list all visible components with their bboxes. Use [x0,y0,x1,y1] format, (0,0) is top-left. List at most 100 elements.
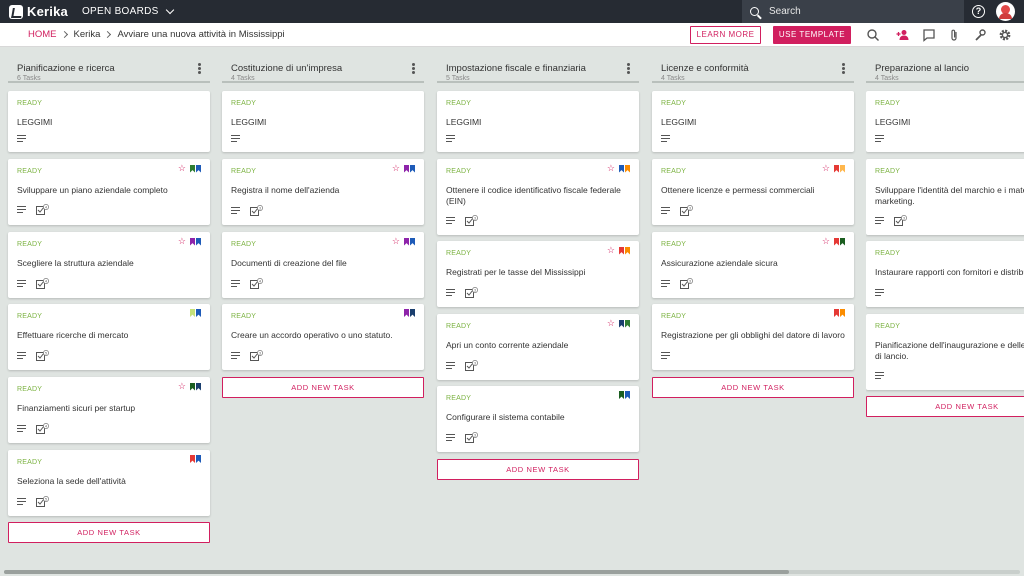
task-card[interactable]: ☆ READY Assicurazione aziendale sicura 3 [652,232,854,298]
description-icon [17,206,26,215]
star-icon[interactable]: ☆ [822,164,830,173]
avatar[interactable] [996,2,1015,21]
chevron-right-icon [60,30,68,39]
add-new-task-button[interactable]: ADD NEW TASK [437,459,639,480]
more-vertical-icon[interactable] [842,63,846,75]
task-card[interactable]: READY Seleziona la sede dell'attività 5 [8,450,210,516]
description-icon [231,352,240,361]
add-person-icon[interactable] [896,28,910,42]
add-new-task-button[interactable]: ADD NEW TASK [222,377,424,398]
column-task-count: 4 Tasks [875,75,899,82]
star-icon[interactable]: ☆ [607,246,615,255]
breadcrumb-account[interactable]: Kerika [74,29,101,40]
tag-icon [190,237,195,246]
tag-icon [410,164,415,173]
horizontal-scrollbar[interactable] [4,570,1020,574]
column-header: Preparazione al lancio 4 Tasks [866,57,1024,83]
task-card[interactable]: ☆ READY Ottenere il codice identificativ… [437,159,639,235]
search-board-icon[interactable] [866,28,880,42]
tag-icon [190,164,195,173]
status-label: READY [17,168,43,175]
tag-icon [625,391,630,399]
top-bar: Kerika OPEN BOARDS Search ? [0,0,1024,23]
tag-icon [196,164,201,173]
description-icon [17,498,26,507]
task-title: Registrazione per gli obblighi del dator… [661,330,845,340]
chevron-right-icon [104,30,112,39]
task-card[interactable]: READY LEGGIMI [8,91,210,152]
task-card[interactable]: READY Sviluppare l'identità del marchio … [866,159,1024,235]
description-icon [446,362,455,371]
star-icon[interactable]: ☆ [392,237,400,246]
attachment-icon[interactable] [947,28,961,42]
card-tags: ☆ [178,382,201,391]
description-icon [17,135,26,144]
status-label: READY [661,168,687,175]
description-icon [446,434,455,443]
task-title: Sviluppare l'identità del marchio e i ma… [875,185,1024,206]
task-card[interactable]: ☆ READY Sviluppare un piano aziendale co… [8,159,210,225]
task-card[interactable]: READY LEGGIMI [222,91,424,152]
task-title: Registrati per le tasse del Mississippi [446,267,586,277]
checklist-count: 3 [689,206,691,210]
open-boards-menu[interactable]: OPEN BOARDS [82,5,174,17]
task-card[interactable]: READY Instaurare rapporti con fornitori … [866,241,1024,307]
star-icon[interactable]: ☆ [822,237,830,246]
task-card[interactable]: ☆ READY Scegliere la struttura aziendale… [8,232,210,298]
task-card[interactable]: READY Registrazione per gli obblighi del… [652,304,854,370]
task-card[interactable]: READY Creare un accordo operativo o uno … [222,304,424,370]
gear-icon[interactable] [998,28,1012,42]
more-vertical-icon[interactable] [627,63,631,75]
more-vertical-icon[interactable] [198,63,202,75]
task-title: Apri un conto corrente aziendale [446,340,569,350]
use-template-button[interactable]: USE TEMPLATE [773,26,851,44]
search-icon [750,7,759,16]
task-card[interactable]: ☆ READY Registrati per le tasse del Miss… [437,241,639,307]
add-new-task-button[interactable]: ADD NEW TASK [652,377,854,398]
tag-icon [840,309,845,317]
card-tags: ☆ [822,164,845,173]
column-preparazione: Preparazione al lancio 4 Tasks READY LEG… [866,57,1024,427]
card-tags [618,391,630,399]
breadcrumb-home[interactable]: HOME [28,29,57,40]
description-icon [446,217,455,226]
star-icon[interactable]: ☆ [392,164,400,173]
description-icon [17,280,26,289]
task-card[interactable]: READY LEGGIMI [866,91,1024,152]
task-card[interactable]: ☆ READY Documenti di creazione del file … [222,232,424,298]
star-icon[interactable]: ☆ [178,382,186,391]
task-card[interactable]: ☆ READY Registra il nome dell'azienda 3 [222,159,424,225]
card-tags: ☆ [178,164,201,173]
help-icon[interactable]: ? [972,5,985,18]
more-vertical-icon[interactable] [412,63,416,75]
scrollbar-thumb[interactable] [4,570,789,574]
task-card[interactable]: ☆ READY Apri un conto corrente aziendale… [437,314,639,380]
add-new-task-button[interactable]: ADD NEW TASK [8,522,210,543]
learn-more-button[interactable]: LEARN MORE [690,26,761,44]
task-card[interactable]: ☆ READY Finanziamenti sicuri per startup… [8,377,210,443]
search-input[interactable]: Search [742,0,964,23]
star-icon[interactable]: ☆ [178,237,186,246]
task-card[interactable]: READY Pianificazione dell'inaugurazione … [866,314,1024,390]
kerika-logo[interactable]: Kerika [9,4,68,19]
task-card[interactable]: ☆ READY Ottenere licenze e permessi comm… [652,159,854,225]
wrench-icon[interactable] [973,28,987,42]
task-title: Creare un accordo operativo o uno statut… [231,330,393,340]
task-card[interactable]: READY Effettuare ricerche di mercato 5 [8,304,210,370]
task-card[interactable]: READY Configurare il sistema contabile 3 [437,386,639,452]
task-title: Seleziona la sede dell'attività [17,476,126,486]
description-icon [17,425,26,434]
card-tags: ☆ [607,246,630,255]
star-icon[interactable]: ☆ [178,164,186,173]
task-card[interactable]: READY LEGGIMI [652,91,854,152]
chat-icon[interactable] [922,28,936,42]
tag-icon [404,237,409,246]
star-icon[interactable]: ☆ [607,319,615,328]
search-placeholder: Search [769,6,801,17]
task-card[interactable]: READY LEGGIMI [437,91,639,152]
tag-icon [404,164,409,173]
checklist-count: 3 [689,279,691,283]
star-icon[interactable]: ☆ [607,164,615,173]
add-new-task-button[interactable]: ADD NEW TASK [866,396,1024,417]
tag-icon [196,237,201,246]
